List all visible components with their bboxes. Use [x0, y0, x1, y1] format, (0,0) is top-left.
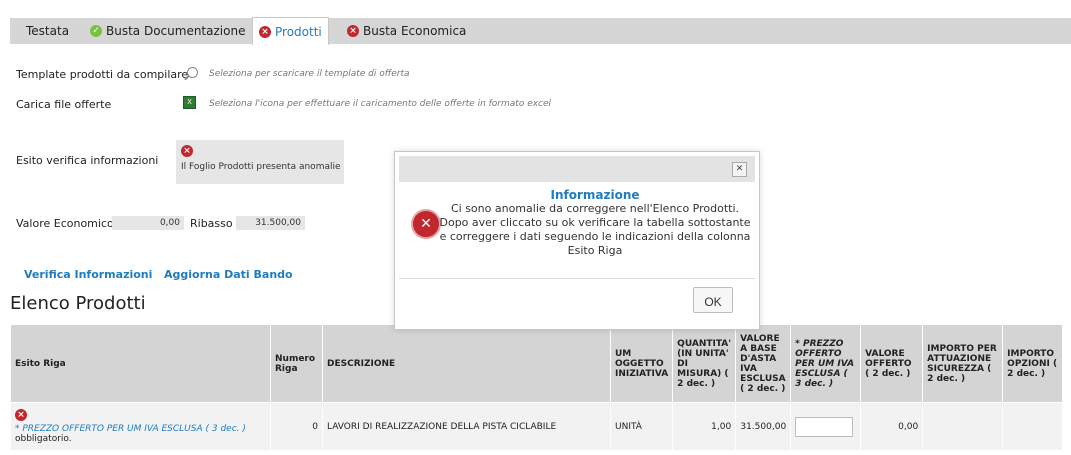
verifica-informazioni-link[interactable]: Verifica Informazioni [24, 268, 152, 281]
esito-suffix: obbligatorio. [15, 434, 72, 444]
products-table: Esito Riga Numero Riga DESCRIZIONE UM OG… [10, 324, 1064, 451]
excel-upload-icon[interactable]: X [183, 96, 196, 109]
col-esito-riga: Esito Riga [10, 324, 271, 403]
tab-label: Testata [26, 24, 70, 38]
aggiorna-dati-bando-link[interactable]: Aggiorna Dati Bando [164, 268, 293, 281]
valore-field: 0,00 [112, 216, 184, 230]
tab-label: Busta Economica [363, 24, 467, 38]
importo-opzioni-cell [1002, 402, 1064, 451]
col-numero-riga: Numero Riga [270, 324, 323, 403]
tab-label: Busta Documentazione [106, 24, 246, 38]
error-icon: × [347, 25, 359, 37]
descrizione-cell: LAVORI DI REALIZZAZIONE DELLA PISTA CICL… [322, 402, 611, 451]
esito-text: Il Foglio Prodotti presenta anomalie [181, 162, 341, 172]
section-title: Elenco Prodotti [10, 293, 146, 314]
valore-base-cell: 31.500,00 [735, 402, 792, 451]
check-icon: ✓ [90, 25, 102, 37]
valore-offerto-cell: 0,00 [860, 402, 924, 451]
tab-prodotti[interactable]: × Prodotti [252, 17, 329, 45]
tab-busta-economica[interactable]: × Busta Economica [347, 18, 466, 44]
dialog-message: Ci sono anomalie da correggere nell'Elen… [439, 202, 751, 257]
esito-cell: × * PREZZO OFFERTO PER UM IVA ESCLUSA ( … [10, 402, 271, 451]
information-dialog: ✕ ✕ Informazione Ci sono anomalie da cor… [394, 151, 760, 330]
col-valore-base: VALORE A BASE D'ASTA IVA ESCLUSA ( 2 dec… [735, 324, 792, 403]
dialog-title: Informazione [550, 188, 640, 202]
tab-bar: Testata ✓ Busta Documentazione × Prodott… [10, 17, 1071, 45]
template-hint: Seleziona per scaricare il template di o… [209, 69, 410, 79]
col-um: UM OGGETTO INIZIATIVA [609, 324, 674, 403]
table-row: × * PREZZO OFFERTO PER UM IVA ESCLUSA ( … [10, 402, 1064, 451]
col-importo-sicurezza: IMPORTO PER ATTUAZIONE SICUREZZA ( 2 dec… [922, 324, 1004, 403]
numero-cell: 0 [270, 402, 323, 451]
error-icon: × [259, 25, 271, 38]
valore-label: Valore Economico [16, 217, 114, 230]
col-prezzo-offerto: * PREZZO OFFERTO PER UM IVA ESCLUSA ( 3 … [790, 324, 862, 403]
tab-testata[interactable]: Testata [26, 18, 69, 44]
upload-label: Carica file offerte [16, 98, 112, 111]
table-header-row: Esito Riga Numero Riga DESCRIZIONE UM OG… [10, 324, 1064, 403]
ribasso-label: Ribasso [190, 217, 233, 230]
search-icon[interactable] [187, 67, 198, 78]
col-descrizione: DESCRIZIONE [322, 324, 611, 403]
dialog-header: ✕ [399, 156, 755, 182]
upload-hint: Seleziona l'icona per effettuare il cari… [209, 99, 552, 109]
error-icon: × [15, 409, 27, 421]
divider [399, 278, 755, 279]
prezzo-offerto-input[interactable] [795, 416, 854, 437]
tab-busta-documentazione[interactable]: ✓ Busta Documentazione [90, 18, 245, 44]
prezzo-cell [790, 402, 862, 451]
ribasso-field: 31.500,00 [236, 216, 305, 230]
esito-status-box: × Il Foglio Prodotti presenta anomalie [176, 140, 344, 184]
ok-button[interactable]: OK [693, 287, 733, 313]
template-label: Template prodotti da compilare [16, 68, 189, 81]
esito-label: Esito verifica informazioni [16, 154, 159, 167]
importo-sicurezza-cell [922, 402, 1004, 451]
tab-label: Prodotti [275, 24, 322, 39]
error-icon: × [181, 145, 193, 157]
col-quantita: QUANTITA' (IN UNITA' DI MISURA) ( 2 dec.… [672, 324, 737, 403]
col-importo-opzioni: IMPORTO OPZIONI ( 2 dec. ) [1002, 324, 1064, 403]
um-cell: UNITÀ [609, 402, 674, 451]
col-valore-offerto: VALORE OFFERTO ( 2 dec. ) [860, 324, 924, 403]
close-icon[interactable]: ✕ [732, 162, 747, 177]
esito-message: * PREZZO OFFERTO PER UM IVA ESCLUSA ( 3 … [15, 424, 246, 434]
quantita-cell: 1,00 [672, 402, 737, 451]
